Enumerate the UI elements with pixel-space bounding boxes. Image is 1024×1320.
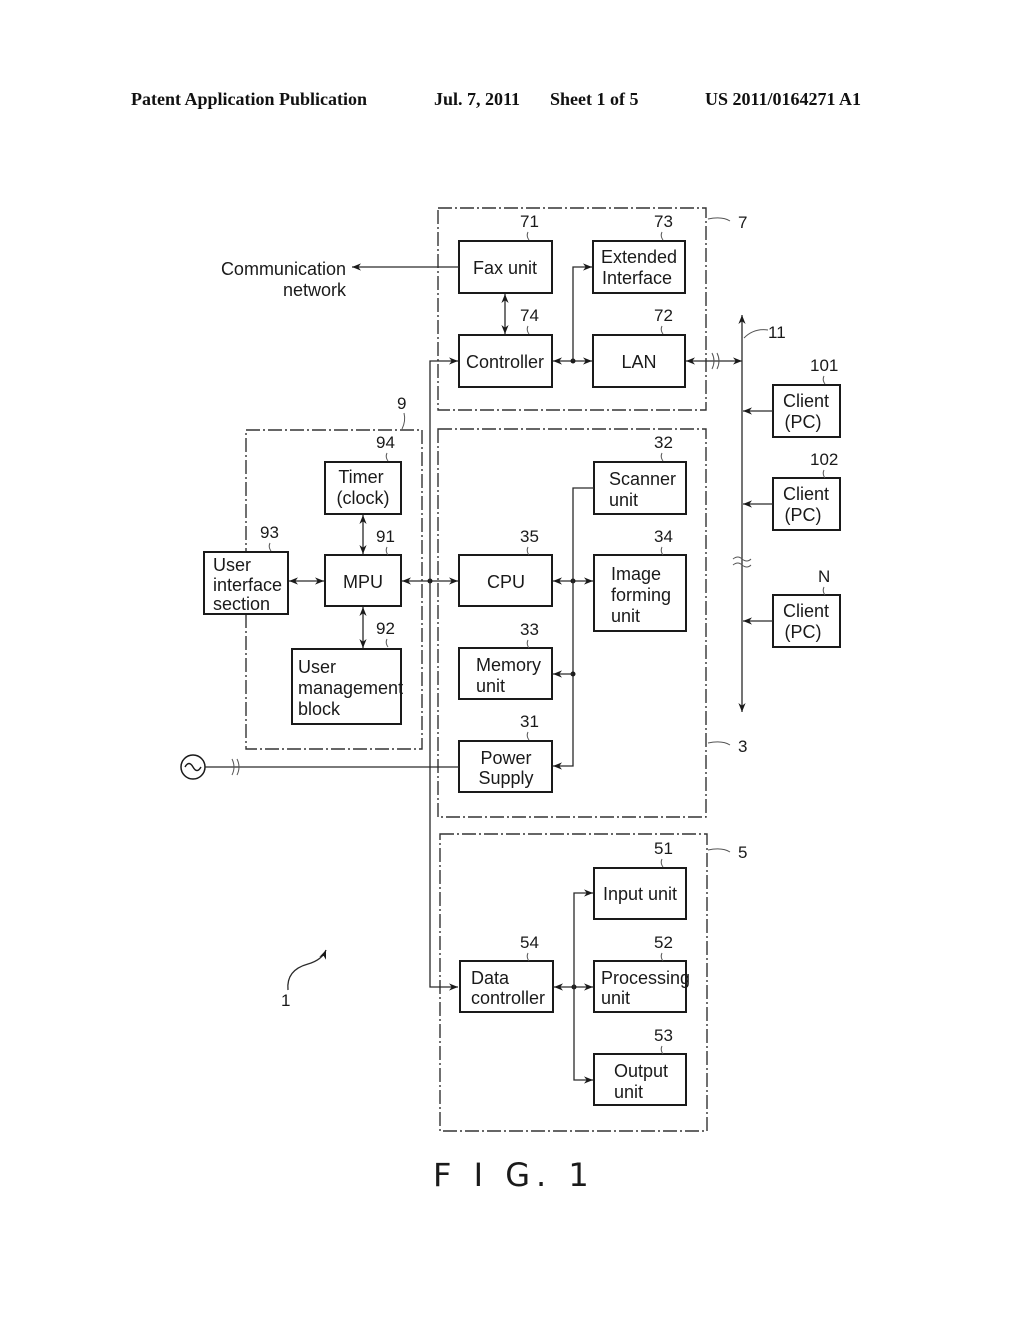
svg-text:CPU: CPU — [487, 572, 525, 592]
arrow-to-input-unit — [573, 889, 593, 987]
system-ref-arrow — [287, 949, 327, 991]
svg-text:section: section — [213, 594, 270, 614]
figure-caption: F I G. 1 — [433, 1156, 595, 1194]
svg-text:31: 31 — [520, 712, 539, 731]
arrow-to-output-unit — [573, 987, 593, 1084]
block-cpu: CPU 35 — [458, 527, 553, 607]
bus-ref-11: 11 — [768, 323, 786, 342]
block-user-management: User management block 92 — [291, 619, 403, 725]
svg-text:74: 74 — [520, 306, 539, 325]
block-diagram: 7 9 3 5 Fax unit 71 Extended Interface 7… — [180, 207, 841, 1194]
block-processing-unit: Processing unit 52 — [593, 933, 690, 1013]
svg-text:92: 92 — [376, 619, 395, 638]
leader-11 — [743, 329, 769, 339]
comm-network-label-line2: network — [283, 280, 347, 300]
block-client-102: Client (PC) 102 — [772, 450, 841, 531]
block-input-unit: Input unit 51 — [593, 839, 687, 920]
arrow-to-extended-interface — [572, 263, 592, 361]
block-power-supply: Power Supply 31 — [458, 712, 553, 793]
svg-text:unit: unit — [611, 606, 640, 626]
system-ref-1: 1 — [281, 991, 290, 1010]
svg-text:block: block — [298, 699, 341, 719]
arrow-mpu-data-controller — [429, 581, 458, 991]
leader-7 — [707, 217, 731, 222]
svg-text:(PC): (PC) — [785, 505, 822, 525]
svg-text:interface: interface — [213, 575, 282, 595]
svg-text:73: 73 — [654, 212, 673, 231]
svg-text:unit: unit — [601, 988, 630, 1008]
svg-text:Supply: Supply — [478, 768, 533, 788]
svg-text:Image: Image — [611, 564, 661, 584]
svg-text:controller: controller — [471, 988, 545, 1008]
svg-text:Client: Client — [783, 391, 829, 411]
svg-text:Fax unit: Fax unit — [473, 258, 537, 278]
svg-text:unit: unit — [609, 490, 638, 510]
leader-5 — [707, 848, 731, 853]
svg-text:71: 71 — [520, 212, 539, 231]
svg-text:(clock): (clock) — [337, 488, 390, 508]
block-output-unit: Output unit 53 — [593, 1026, 687, 1106]
svg-text:Controller: Controller — [466, 352, 544, 372]
svg-text:MPU: MPU — [343, 572, 383, 592]
svg-text:Input unit: Input unit — [603, 884, 677, 904]
svg-text:User: User — [298, 657, 336, 677]
block-client-n: Client (PC) N — [772, 567, 841, 648]
svg-text:management: management — [298, 678, 403, 698]
block-data-controller: Data controller 54 — [459, 933, 554, 1013]
svg-text:Timer: Timer — [338, 467, 383, 487]
block-memory-unit: Memory unit 33 — [458, 620, 553, 700]
leader-3 — [707, 741, 731, 746]
svg-text:(PC): (PC) — [785, 622, 822, 642]
svg-text:91: 91 — [376, 527, 395, 546]
svg-text:35: 35 — [520, 527, 539, 546]
svg-text:Power: Power — [480, 748, 531, 768]
svg-text:101: 101 — [810, 356, 838, 375]
svg-text:53: 53 — [654, 1026, 673, 1045]
block-extended-interface: Extended Interface 73 — [592, 212, 686, 294]
ref-93: 93 — [260, 523, 279, 542]
svg-text:72: 72 — [654, 306, 673, 325]
svg-text:Data: Data — [471, 968, 510, 988]
group-ref-7: 7 — [738, 213, 747, 232]
group-ref-5: 5 — [738, 843, 747, 862]
svg-text:Memory: Memory — [476, 655, 541, 675]
block-client-101: Client (PC) 101 — [772, 356, 841, 438]
block-lan: LAN 72 — [592, 306, 686, 388]
svg-text:Processing: Processing — [601, 968, 690, 988]
leader-9 — [401, 412, 406, 430]
svg-text:94: 94 — [376, 433, 395, 452]
group-ref-9: 9 — [397, 394, 406, 413]
svg-text:Extended: Extended — [601, 247, 677, 267]
comm-network-label-line1: Communication — [221, 259, 346, 279]
svg-text:Client: Client — [783, 484, 829, 504]
svg-text:Output: Output — [614, 1061, 668, 1081]
svg-text:Scanner: Scanner — [609, 469, 676, 489]
block-timer: Timer (clock) 94 — [324, 433, 402, 515]
svg-text:51: 51 — [654, 839, 673, 858]
svg-text:32: 32 — [654, 433, 673, 452]
svg-text:unit: unit — [614, 1082, 643, 1102]
svg-text:Client: Client — [783, 601, 829, 621]
svg-text:Interface: Interface — [602, 268, 672, 288]
svg-text:LAN: LAN — [621, 352, 656, 372]
block-image-forming-unit: Image forming unit 34 — [593, 527, 687, 632]
line-internal-bus-3 — [553, 487, 594, 770]
svg-text:(PC): (PC) — [785, 412, 822, 432]
svg-text:User: User — [213, 555, 251, 575]
svg-text:forming: forming — [611, 585, 671, 605]
block-scanner-unit: Scanner unit 32 — [593, 433, 687, 515]
svg-text:33: 33 — [520, 620, 539, 639]
svg-text:52: 52 — [654, 933, 673, 952]
svg-text:54: 54 — [520, 933, 539, 952]
block-fax-unit: Fax unit 71 — [458, 212, 553, 294]
svg-text:102: 102 — [810, 450, 838, 469]
svg-text:34: 34 — [654, 527, 673, 546]
arrow-mpu-controller — [429, 357, 458, 581]
svg-text:unit: unit — [476, 676, 505, 696]
group-ref-3: 3 — [738, 737, 747, 756]
svg-text:N: N — [818, 567, 830, 586]
